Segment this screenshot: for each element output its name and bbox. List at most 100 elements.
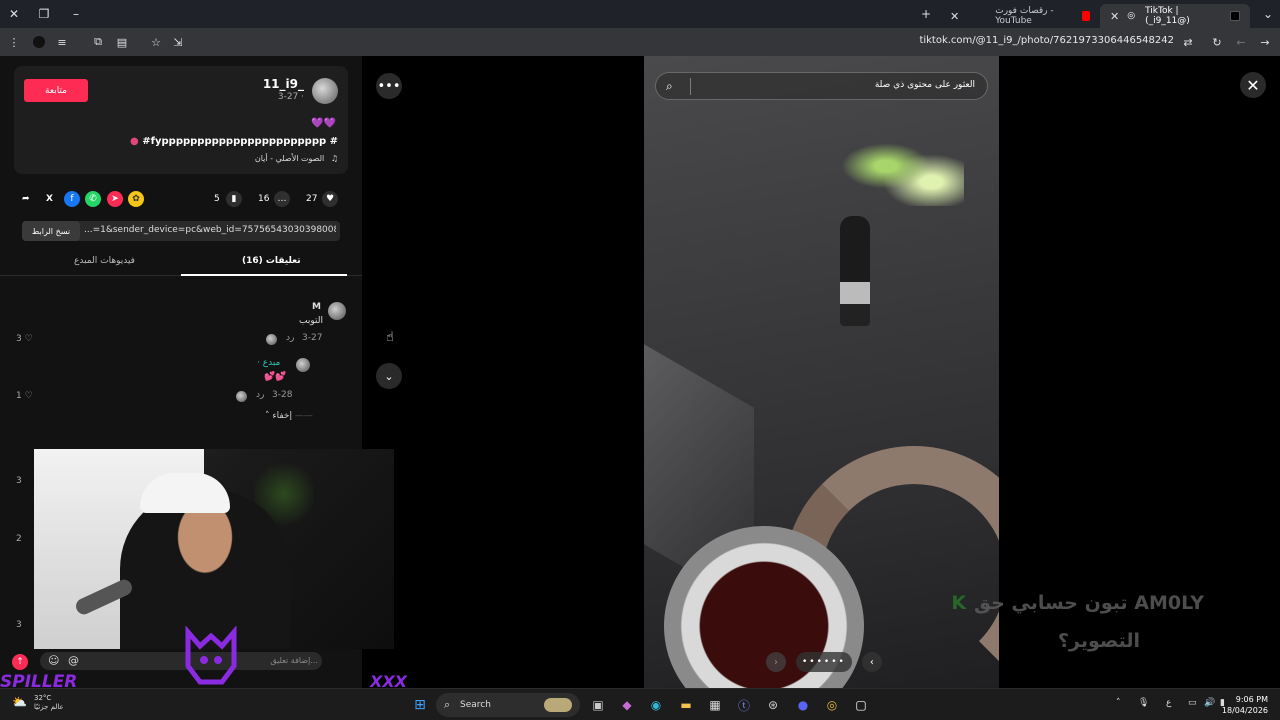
follow-button[interactable]: متابعة — [24, 79, 88, 102]
clock-date: 18/04/2026 — [1221, 706, 1268, 715]
tiktok-photo-viewer: متابعة 11_i9_ 3-27 · 💜💜 ● #fyppppppppppp… — [0, 56, 1280, 692]
volume-icon[interactable]: 🔊 — [1204, 698, 1215, 708]
pager-next-icon[interactable]: › — [766, 652, 786, 672]
post-caption: ● #fyppppppppppppppppppppppp # — [130, 136, 338, 147]
tab-underline — [181, 274, 347, 276]
send-share-icon[interactable]: ➤ — [107, 190, 123, 208]
file-explorer-icon[interactable]: ▬ — [676, 695, 696, 715]
new-tab-button[interactable]: + — [912, 0, 940, 28]
heart-icon: ♥ — [322, 191, 338, 207]
search-highlight-icon — [544, 698, 572, 712]
divider-line: —— — [294, 411, 313, 421]
copy-link-button[interactable]: نسخ الرابط — [22, 221, 80, 241]
comment-text: التوبب — [299, 316, 323, 326]
tab-creator-videos[interactable]: فيديوهات المبدع — [74, 256, 135, 266]
tab-close-icon[interactable]: ✕ — [1110, 10, 1119, 23]
comment-count: 16 — [258, 194, 270, 204]
tab-close-icon[interactable]: ✕ — [950, 10, 959, 23]
chrome-icon[interactable]: ◎ — [822, 695, 842, 715]
repost-icon[interactable]: ✿ — [128, 190, 144, 208]
copilot-icon[interactable]: ◆ — [617, 695, 637, 715]
post-comment-icon[interactable]: ↑ — [12, 654, 28, 670]
related-search-bar[interactable]: ⌕ العثور على محتوى ذي صلة — [655, 72, 988, 100]
forward-icon[interactable]: ← — [1229, 30, 1253, 54]
next-post-button[interactable]: ⌄ — [376, 363, 402, 389]
mention-icon[interactable]: @ — [68, 654, 79, 667]
bookmark-button[interactable]: ▮ — [226, 190, 242, 208]
downloads-icon[interactable]: ▤ — [110, 30, 134, 54]
hide-replies-button[interactable]: ˄ إخفاء —— — [265, 411, 313, 421]
share-arrow-icon[interactable]: ➦ — [22, 190, 30, 208]
whatsapp-share-icon[interactable]: ✆ — [85, 190, 101, 208]
site-settings-icon[interactable]: ⇄ — [1176, 30, 1200, 54]
caption-emoji: 💜💜 — [311, 118, 336, 129]
windows-taskbar: ⛅ 32°C عالم جزئيًا ⊞ ⌕ Search ▣ ◆ ◉ ▬ ▦ … — [0, 688, 1280, 720]
comment-like[interactable]: 3 ♡ — [16, 334, 33, 344]
garden-lights — [834, 126, 964, 206]
chevron-up-icon: ˄ — [265, 411, 270, 421]
tiktok-icon — [1230, 11, 1240, 21]
comment-input-bar[interactable]: ☺ @ إضافة تعليق... — [40, 652, 322, 670]
post-date: 3-27 · — [277, 92, 304, 102]
tab-youtube[interactable]: ✕ رقصات فورت - YouTube — [940, 4, 1100, 28]
commenter-avatar[interactable] — [328, 302, 346, 320]
teams-icon[interactable]: ⓣ — [734, 695, 754, 715]
x-share-icon[interactable]: X — [46, 190, 53, 208]
steam-icon[interactable]: ⊛ — [763, 695, 783, 715]
pager-dots: •••••• — [796, 652, 852, 672]
weather-widget[interactable]: ⛅ 32°C عالم جزئيًا — [12, 694, 64, 712]
music-note-icon: ♫ — [330, 154, 338, 163]
language-indicator[interactable]: ع — [1166, 698, 1171, 708]
discord-icon[interactable]: ● — [793, 695, 813, 715]
post-photo[interactable]: ⌕ العثور على محتوى ذي صلة › •••••• ‹ — [644, 56, 999, 688]
like-button[interactable]: ♥ — [322, 190, 338, 208]
store-icon[interactable]: ▦ — [705, 695, 725, 715]
comment-like-partial: 3 — [16, 476, 22, 486]
reply-link[interactable]: رد — [256, 390, 264, 400]
app-icon[interactable]: ▢ — [851, 695, 871, 715]
start-icon[interactable]: ⊞ — [410, 695, 430, 715]
edge-icon[interactable]: ◉ — [646, 695, 666, 715]
sound-link[interactable]: الصوت الأصلي - أيان ♫ — [255, 154, 338, 163]
stream-overlay-question: K تبون حسابي حق AM0LY — [951, 592, 1204, 614]
profile-icon[interactable] — [27, 30, 51, 54]
tab-search-icon[interactable]: ⌄ — [1254, 0, 1280, 28]
reply-avatar[interactable] — [296, 358, 310, 372]
url-field[interactable]: tiktok.com/@11_i9_/photo/762197330644654… — [919, 35, 1174, 46]
reload-icon[interactable]: ↻ — [1205, 30, 1229, 54]
extensions-icon[interactable]: ⧉ — [86, 30, 110, 54]
display-icon[interactable]: ▭ — [1188, 698, 1197, 708]
restore-window-icon[interactable]: ❐ — [30, 0, 58, 28]
menu-icon[interactable]: ⋮ — [2, 30, 26, 54]
taskbar-search[interactable]: ⌕ Search — [436, 693, 580, 717]
bookmark-star-icon[interactable]: ☆ — [144, 30, 168, 54]
reply-like[interactable]: 1 ♡ — [16, 391, 33, 401]
more-options-button[interactable]: ••• — [376, 73, 402, 99]
reply-link[interactable]: رد — [286, 333, 294, 343]
close-window-icon[interactable]: ✕ — [0, 0, 28, 28]
task-view-icon[interactable]: ▣ — [588, 695, 608, 715]
tab-comments[interactable]: (16) تعليقات — [242, 256, 301, 266]
commenter-name[interactable]: M — [312, 302, 321, 312]
pager-prev-icon[interactable]: ‹ — [861, 652, 882, 672]
back-icon[interactable]: → — [1253, 30, 1277, 54]
tray-overflow-icon[interactable]: ˄ — [1116, 698, 1121, 708]
photo-pager: › •••••• ‹ — [766, 650, 882, 674]
microphone-icon[interactable]: 🎙 — [1138, 698, 1149, 708]
facebook-share-icon[interactable]: f — [64, 190, 80, 208]
author-avatar[interactable] — [312, 78, 338, 104]
creator-liked-avatar — [266, 334, 277, 345]
related-search-text: العثور على محتوى ذي صلة — [874, 80, 975, 90]
close-viewer-button[interactable]: ✕ — [1240, 72, 1266, 98]
install-app-icon[interactable]: ⇲ — [166, 30, 190, 54]
comment-button[interactable]: … — [274, 190, 290, 208]
minimize-window-icon[interactable]: – — [62, 0, 90, 28]
reading-list-icon[interactable]: ≡ — [50, 30, 74, 54]
author-username[interactable]: 11_i9_ — [263, 77, 304, 91]
reply-author[interactable]: · مبدع — [257, 358, 280, 368]
emoji-icon[interactable]: ☺ — [48, 654, 59, 667]
share-link-text[interactable]: ...=1&sender_device=pc&web_id=7575654303… — [84, 225, 336, 235]
clock[interactable]: 9:06 PM 18/04/2026 — [1222, 694, 1268, 716]
tab-tiktok[interactable]: ✕ ◎ TikTok | (_i9_11@) — [1100, 4, 1250, 28]
caption-text[interactable]: #fyppppppppppppppppppppppp # — [142, 136, 338, 147]
